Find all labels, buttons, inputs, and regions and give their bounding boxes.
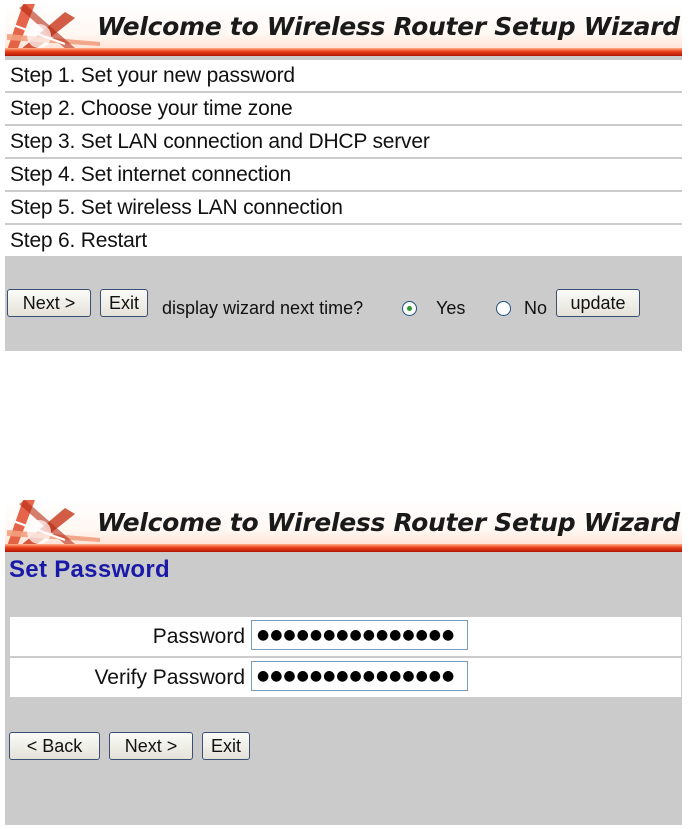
exit-button[interactable]: Exit bbox=[202, 732, 250, 760]
wizard-overview-panel: Welcome to Wireless Router Setup Wizard … bbox=[5, 4, 682, 351]
update-button[interactable]: update bbox=[556, 289, 640, 317]
wizard-controls: Next > Exit display wizard next time? Ye… bbox=[5, 288, 682, 324]
step-item: Step 3. Set LAN connection and DHCP serv… bbox=[5, 126, 682, 157]
password-row: Password ●●●●●●●●●●●●●●● bbox=[10, 617, 681, 656]
verify-password-label: Verify Password bbox=[94, 666, 245, 689]
no-radio-label: No bbox=[524, 298, 548, 318]
verify-password-field[interactable]: ●●●●●●●●●●●●●●● bbox=[251, 661, 468, 691]
set-password-panel: Welcome to Wireless Router Setup Wizard … bbox=[5, 500, 682, 825]
radio-selected-dot bbox=[407, 306, 412, 311]
back-button[interactable]: < Back bbox=[9, 732, 100, 760]
next-button[interactable]: Next > bbox=[7, 289, 91, 317]
wizard-steps-list: Step 1. Set your new password Step 2. Ch… bbox=[5, 60, 682, 256]
wizard-banner: Welcome to Wireless Router Setup Wizard bbox=[5, 500, 682, 552]
section-title: Set Password bbox=[9, 556, 170, 583]
step-item: Step 5. Set wireless LAN connection bbox=[5, 192, 682, 223]
yes-radio[interactable] bbox=[402, 301, 417, 316]
exit-button[interactable]: Exit bbox=[100, 289, 148, 317]
step-item: Step 4. Set internet connection bbox=[5, 159, 682, 190]
step-item: Step 2. Choose your time zone bbox=[5, 93, 682, 124]
yes-radio-label: Yes bbox=[436, 298, 466, 318]
step-item: Step 1. Set your new password bbox=[5, 60, 682, 91]
password-label: Password bbox=[152, 625, 245, 648]
password-field[interactable]: ●●●●●●●●●●●●●●● bbox=[251, 620, 468, 650]
no-radio[interactable] bbox=[496, 301, 511, 316]
display-wizard-question: display wizard next time? bbox=[162, 298, 364, 318]
banner-title: Welcome to Wireless Router Setup Wizard bbox=[97, 508, 680, 537]
next-button[interactable]: Next > bbox=[109, 732, 193, 760]
wizard-banner: Welcome to Wireless Router Setup Wizard bbox=[5, 4, 682, 56]
step-item: Step 6. Restart bbox=[5, 225, 682, 256]
verify-password-row: Verify Password ●●●●●●●●●●●●●●● bbox=[10, 658, 681, 697]
banner-title: Welcome to Wireless Router Setup Wizard bbox=[97, 12, 680, 41]
